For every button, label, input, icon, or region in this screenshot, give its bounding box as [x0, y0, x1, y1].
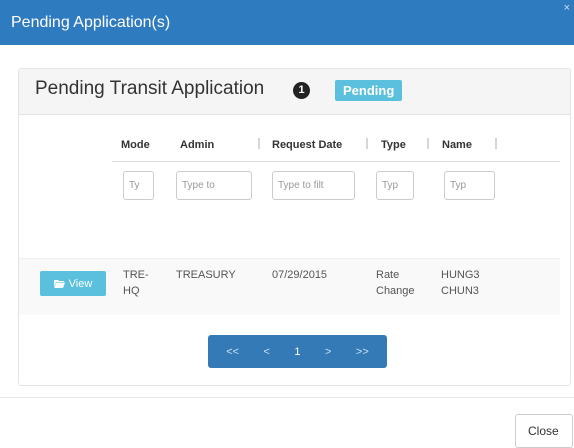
filter-input-mode[interactable]	[123, 171, 154, 200]
column-header-type[interactable]: Type	[381, 139, 406, 151]
panel-heading: Pending Transit Application 1 Pending	[19, 69, 570, 115]
dialog-title: Pending Application(s)	[11, 14, 171, 31]
view-button[interactable]: View	[40, 271, 106, 296]
column-header-mode[interactable]: Mode	[121, 139, 150, 151]
view-button-label: View	[68, 277, 93, 290]
cell-type: Rate Change	[376, 267, 415, 299]
filter-input-name[interactable]	[444, 171, 495, 200]
dialog-footer: Close	[0, 397, 574, 448]
cell-name-line-1: HUNG3	[441, 269, 480, 281]
column-header-name[interactable]: Name	[442, 139, 472, 151]
folder-open-icon	[53, 280, 65, 288]
sort-icon[interactable]	[258, 138, 260, 149]
page-1-link[interactable]: 1	[294, 346, 300, 358]
previous-page-link[interactable]: <	[264, 346, 270, 358]
cell-mode-line-1: TRE-	[123, 269, 149, 281]
pagination: << < 1 > >>	[208, 335, 387, 368]
cell-type-line-2: Change	[376, 285, 415, 297]
cell-mode: TRE- HQ	[123, 267, 149, 299]
count-badge: 1	[293, 82, 310, 99]
cell-admin: TREASURY	[176, 269, 236, 281]
filter-input-type[interactable]	[376, 171, 414, 200]
cell-mode-line-2: HQ	[123, 285, 140, 297]
first-page-link[interactable]: <<	[226, 346, 239, 358]
filter-input-request-date[interactable]	[272, 171, 355, 200]
column-header-request-date[interactable]: Request Date	[272, 139, 342, 151]
panel-title: Pending Transit Application	[35, 78, 265, 99]
cell-name-line-2: CHUN3	[441, 285, 479, 297]
sort-icon[interactable]	[366, 138, 368, 149]
sort-icon[interactable]	[427, 138, 429, 149]
header-divider	[112, 161, 560, 162]
close-button[interactable]: Close	[515, 414, 573, 448]
dialog-header: Pending Application(s) ×	[0, 0, 574, 45]
cell-request-date: 07/29/2015	[272, 269, 328, 281]
dialog-close-icon[interactable]: ×	[564, 2, 570, 14]
cell-name: HUNG3 CHUN3	[441, 267, 480, 299]
filter-input-admin[interactable]	[176, 171, 252, 200]
dialog-body: Pending Transit Application 1 Pending Mo…	[0, 45, 574, 397]
column-header-admin[interactable]: Admin	[180, 139, 214, 151]
status-badge: Pending	[335, 80, 403, 101]
last-page-link[interactable]: >>	[356, 346, 369, 358]
cell-type-line-1: Rate	[376, 269, 400, 281]
next-page-link[interactable]: >	[325, 346, 331, 358]
sort-icon[interactable]	[495, 138, 497, 149]
pending-applications-dialog: Pending Application(s) × Pending Transit…	[0, 0, 574, 448]
